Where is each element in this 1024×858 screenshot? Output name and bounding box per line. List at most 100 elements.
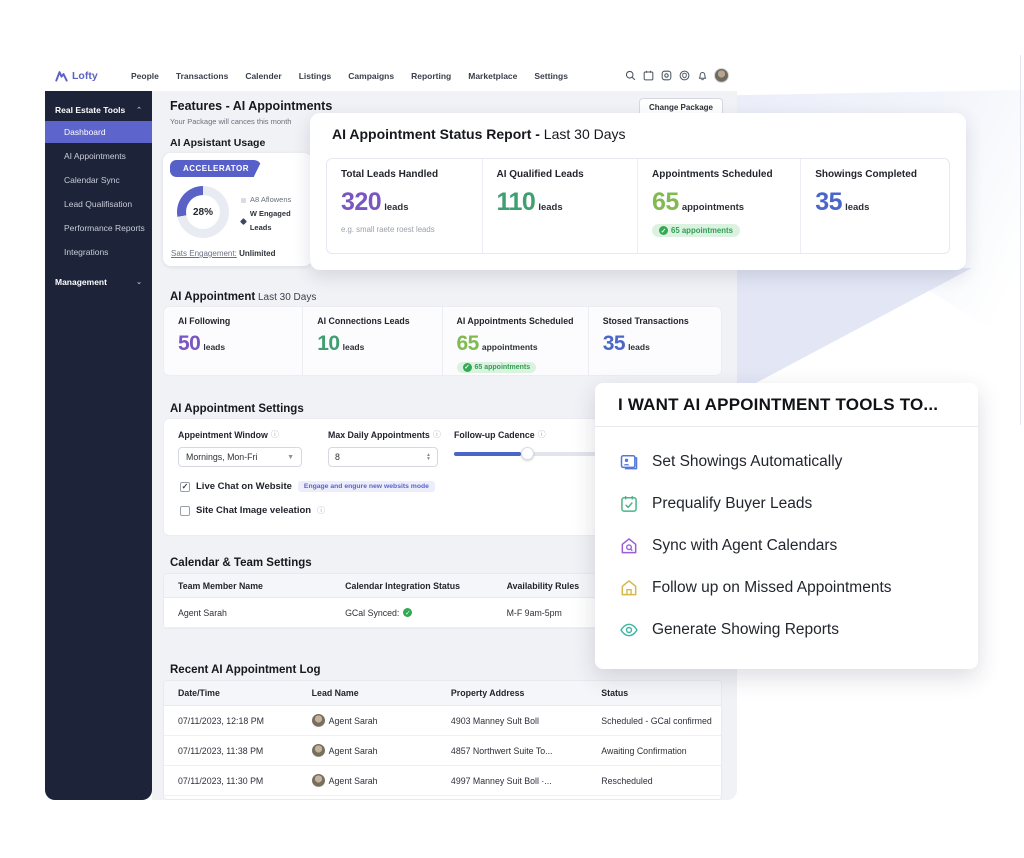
stat-value: 110 — [497, 188, 536, 216]
stepper-down-icon[interactable]: ▼ — [426, 457, 431, 462]
stat-label: AI Connections Leads — [317, 316, 441, 326]
usage-card: ACCELERATOR 28% A8 Aflowens W Engaged Le… — [163, 153, 312, 266]
nav-item-settings[interactable]: Settings — [534, 71, 568, 81]
live-chat-checkbox[interactable]: ✓ — [180, 482, 190, 492]
want-item-label: Prequalify Buyer Leads — [652, 495, 812, 513]
slider-thumb[interactable] — [521, 447, 534, 460]
stat-unit: leads — [343, 342, 365, 352]
col-lead-name: Lead Name — [298, 688, 437, 698]
sidebar-item-ai-appointments[interactable]: AI Appointments — [45, 145, 152, 167]
user-avatar[interactable] — [714, 68, 729, 83]
want-item-label: Set Showings Automatically — [652, 453, 842, 471]
nav-item-campaigns[interactable]: Campaigns — [348, 71, 394, 81]
cell-name: Agent Sarah — [329, 746, 378, 756]
live-chat-chip: Engage and engure new websits mode — [298, 481, 435, 492]
want-item-follow-up[interactable]: Follow up on Missed Appointments — [618, 567, 978, 609]
badge-text: 65 appointments — [475, 364, 531, 371]
field-appointment-window: Appeintment Windowⓘ Mornings, Mon-Fri ▼ — [178, 429, 302, 467]
stat-unit: leads — [845, 202, 869, 213]
status-report-grid: Total Leads Handled 320leads e.g. small … — [326, 158, 950, 254]
stat-caption: e.g. small raete roest leads — [341, 225, 482, 234]
site-chat-checkbox[interactable] — [180, 506, 190, 516]
cell-status: Rescheduled — [587, 776, 721, 786]
stat-showings-completed: Showings Completed 35leads — [801, 159, 949, 253]
cell-name: Agent Sarah — [329, 716, 378, 726]
nav-item-calender[interactable]: Calender — [245, 71, 281, 81]
field-max-daily-appointments: Max Daily Appointmentsⓘ 8 ▲▼ — [328, 429, 441, 467]
page-subtitle: Your Package will cances this month — [170, 117, 291, 126]
lofty-logo[interactable]: Lofty — [55, 70, 131, 82]
sidebar-section-management[interactable]: Management ⌄ — [45, 273, 152, 291]
stat-unit: appointments — [682, 202, 744, 213]
appointments-badge: ✓65 appointments — [457, 362, 537, 373]
sidebar-section-real-estate-tools[interactable]: Real Estate Tools ⌃ — [45, 101, 152, 119]
appointments-badge: ✓65 appointments — [652, 224, 740, 237]
want-item-prequalify[interactable]: Prequalify Buyer Leads — [618, 483, 978, 525]
nav-item-transactions[interactable]: Transactions — [176, 71, 228, 81]
usage-footer: Sats Engagement: Unlimited — [171, 249, 276, 258]
nav-item-people[interactable]: People — [131, 71, 159, 81]
log-row[interactable]: 07/11/2023, 12:18 PM Agent Sarah 4903 Ma… — [164, 706, 721, 736]
info-icon[interactable]: ⓘ — [433, 429, 441, 440]
shield-icon[interactable] — [678, 70, 690, 82]
want-item-sync-calendars[interactable]: Sync with Agent Calendars — [618, 525, 978, 567]
sidebar-item-dashboard[interactable]: Dashboard — [45, 121, 152, 143]
check-icon: ✓ — [463, 363, 472, 372]
stepper-value: 8 — [335, 452, 340, 462]
cell-time: 07/11/2023, 11:30 PM — [164, 776, 298, 786]
info-icon[interactable]: ⓘ — [271, 429, 279, 440]
stat-value: 65 — [457, 332, 479, 355]
stat-ai-appointments-scheduled: AI Appointments Scheduled 65appointments… — [443, 307, 589, 375]
last30-card: AI Following 50leads AI Connections Lead… — [163, 306, 722, 376]
stat-value: 50 — [178, 332, 200, 355]
usage-legend: A8 Aflowens W Engaged Leads — [241, 193, 312, 235]
log-row[interactable]: 07/11/2023, 11:30 PM Agent Sarah 4997 Ma… — [164, 766, 721, 796]
nav-item-listings[interactable]: Listings — [299, 71, 332, 81]
stat-value: 35 — [603, 332, 625, 355]
info-icon[interactable]: ⓘ — [317, 505, 325, 516]
site-chat-checkbox-row: Site Chat Image veleation ⓘ — [180, 505, 325, 516]
want-panel-title: I WANT AI APPOINTMENT TOOLS TO... — [595, 383, 978, 427]
stat-ai-connections: AI Connections Leads 10leads — [303, 307, 442, 375]
stat-total-leads-handled: Total Leads Handled 320leads e.g. small … — [327, 159, 483, 253]
legend-marker-1 — [241, 198, 246, 203]
want-item-set-showings[interactable]: Set Showings Automatically — [618, 441, 978, 483]
usage-percent: 28% — [177, 186, 229, 238]
want-item-generate-reports[interactable]: Generate Showing Reports — [618, 609, 978, 651]
nav-item-reporting[interactable]: Reporting — [411, 71, 451, 81]
bell-icon[interactable] — [696, 70, 708, 82]
camera-icon[interactable] — [660, 70, 672, 82]
sidebar-item-calendar-sync[interactable]: Calendar Sync — [45, 169, 152, 191]
sidebar-item-performance-reports[interactable]: Performance Reports — [45, 217, 152, 239]
stat-appointments-scheduled: Appointments Scheduled 65appointments ✓6… — [638, 159, 801, 253]
nav-item-marketplace[interactable]: Marketplace — [468, 71, 517, 81]
lofty-logo-icon — [55, 70, 68, 82]
col-team-member: Team Member Name — [164, 581, 331, 591]
select-value: Mornings, Mon-Fri — [186, 452, 257, 462]
sidebar-item-lead-qualification[interactable]: Lead Qualifisation — [45, 193, 152, 215]
nav-items: People Transactions Calender Listings Ca… — [131, 71, 568, 81]
log-row[interactable]: 07/11/2023, 11:38 PM Agent Sarah 4857 No… — [164, 736, 721, 766]
search-icon[interactable] — [624, 70, 636, 82]
calendar-icon[interactable] — [642, 70, 654, 82]
chevron-down-icon: ▼ — [287, 454, 294, 461]
field-follow-up-cadence: Follow-up Cadenceⓘ — [454, 429, 599, 456]
sidebar-item-integrations[interactable]: Integrations — [45, 241, 152, 263]
top-nav: Lofty People Transactions Calender Listi… — [45, 60, 737, 91]
follow-up-cadence-slider[interactable] — [454, 452, 599, 456]
house-icon — [618, 578, 639, 599]
appointment-window-select[interactable]: Mornings, Mon-Fri ▼ — [178, 447, 302, 467]
last30-title-light: Last 30 Days — [255, 292, 316, 303]
max-daily-appointments-stepper[interactable]: 8 ▲▼ — [328, 447, 438, 467]
decor-line — [1020, 55, 1021, 425]
live-chat-checkbox-row: ✓ Live Chat on Website Engage and engure… — [180, 481, 435, 492]
engagement-link[interactable]: Sats Engagement: — [171, 249, 237, 258]
synced-check-icon: ✓ — [403, 608, 412, 617]
want-item-label: Generate Showing Reports — [652, 621, 839, 639]
field-label: Follow-up Cadence — [454, 430, 535, 440]
stepper-arrows[interactable]: ▲▼ — [426, 453, 431, 462]
info-icon[interactable]: ⓘ — [538, 429, 546, 440]
badge-text: 65 appointments — [671, 226, 733, 235]
stat-value: 65 — [652, 188, 679, 216]
stat-label: Showings Completed — [815, 169, 949, 180]
